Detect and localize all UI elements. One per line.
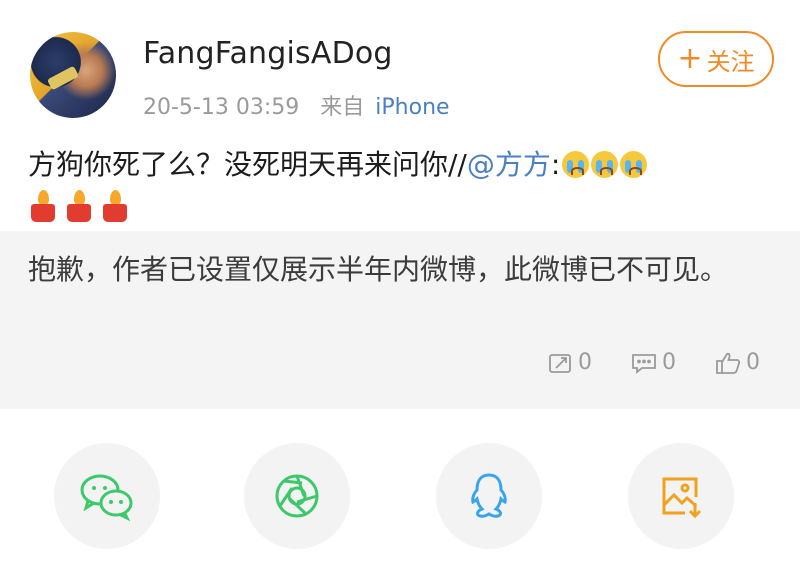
candle-icon — [66, 190, 92, 222]
comment-icon — [632, 353, 656, 374]
share-moments-button[interactable] — [244, 443, 350, 549]
unavailable-notice: 抱歉，作者已设置仅展示半年内微博，此微博已不可见。 — [28, 253, 729, 286]
comment-count: 0 — [662, 350, 676, 375]
mention-colon: : — [550, 148, 561, 181]
share-bar — [0, 443, 800, 549]
repost-actions: 0 0 0 — [548, 350, 760, 375]
like-count: 0 — [746, 350, 760, 375]
post-meta: 20-5-13 03:59 来自 iPhone — [143, 89, 450, 121]
post-header: FangFangisADog 20-5-13 03:59 来自 iPhone +… — [0, 0, 800, 135]
share-qq-button[interactable] — [436, 443, 542, 549]
post-body: 方狗你死了么？没死明天再来问你// — [28, 148, 467, 181]
plus-icon: + — [677, 41, 703, 76]
crying-face-icon — [562, 151, 590, 178]
qq-icon — [471, 473, 507, 518]
moments-icon — [275, 474, 319, 518]
share-wechat-button[interactable] — [54, 443, 160, 549]
save-image-button[interactable] — [628, 443, 734, 549]
candle-icon — [102, 190, 128, 222]
repost-icon — [549, 353, 571, 373]
candle-emoji-row — [30, 190, 128, 224]
wechat-icon — [80, 474, 133, 521]
repost-action[interactable]: 0 — [548, 350, 592, 375]
follow-label: 关注 — [706, 47, 755, 76]
reposted-content[interactable]: 抱歉，作者已设置仅展示半年内微博，此微博已不可见。 0 0 0 — [0, 231, 800, 409]
thumbs-up-icon — [716, 352, 741, 374]
source-device[interactable]: iPhone — [375, 95, 449, 120]
crying-face-icon — [620, 151, 648, 178]
crying-face-icon — [591, 151, 619, 178]
source-prefix: 来自 — [320, 95, 365, 120]
repost-count: 0 — [578, 350, 592, 375]
post-text: 方狗你死了么？没死明天再来问你//@方方: — [28, 146, 778, 184]
like-action[interactable]: 0 — [714, 350, 760, 375]
candle-icon — [30, 190, 56, 222]
save-image-icon — [662, 477, 702, 519]
mention-link[interactable]: @方方 — [467, 148, 551, 181]
username[interactable]: FangFangisADog — [143, 36, 393, 71]
follow-button[interactable]: + 关注 — [658, 31, 774, 87]
comment-action[interactable]: 0 — [630, 350, 676, 375]
timestamp: 20-5-13 03:59 — [143, 95, 300, 120]
avatar[interactable] — [30, 32, 116, 118]
